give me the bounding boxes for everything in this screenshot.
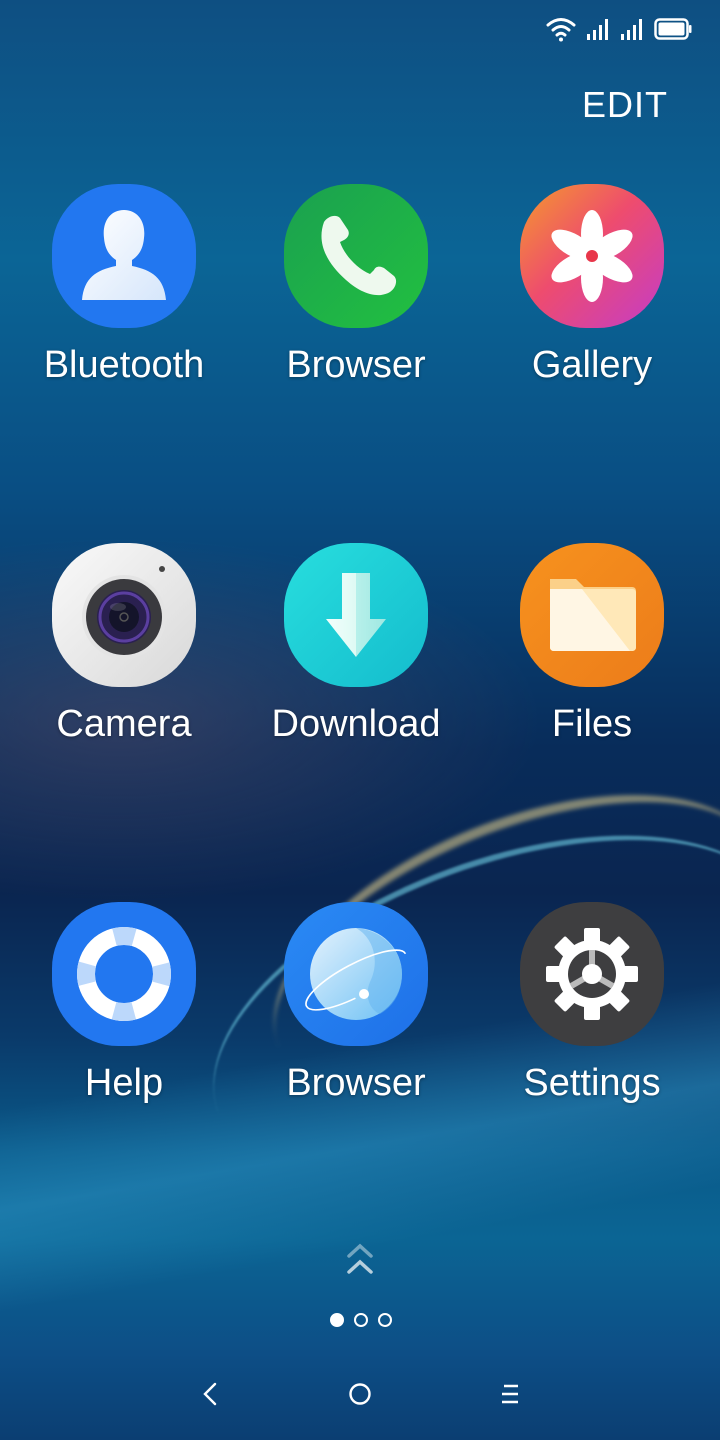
app-help[interactable]: Help: [4, 902, 244, 1105]
app-gallery[interactable]: Gallery: [472, 184, 712, 387]
signal-sim2-icon: [621, 19, 642, 40]
app-label: Browser: [286, 1062, 426, 1104]
camera-lens-icon: [52, 543, 196, 687]
edit-button[interactable]: EDIT: [582, 84, 668, 126]
phone-icon: [284, 184, 428, 328]
signal-sim1-icon: [587, 19, 608, 40]
app-label: Gallery: [531, 344, 653, 386]
download-arrow-icon: [284, 543, 428, 687]
globe-icon: [284, 902, 428, 1046]
app-label: Bluetooth: [43, 344, 205, 386]
flower-icon: [520, 184, 664, 328]
menu-icon: [502, 1384, 518, 1404]
app-grid: Bluetooth Browser Gallery Camera Downloa…: [0, 184, 720, 1105]
app-label: Settings: [523, 1062, 661, 1104]
lifebuoy-icon: [52, 902, 196, 1046]
app-download[interactable]: Download: [236, 543, 476, 746]
app-bluetooth[interactable]: Bluetooth: [4, 184, 244, 387]
home-icon: [349, 1383, 371, 1405]
wifi-icon: [546, 18, 576, 42]
home-button[interactable]: [340, 1376, 380, 1412]
page-dot-1[interactable]: [330, 1313, 344, 1327]
contact-person-icon: [52, 184, 196, 328]
app-files[interactable]: Files: [472, 543, 712, 746]
page-dot-2[interactable]: [354, 1313, 368, 1327]
app-label: Browser: [286, 344, 426, 386]
page-indicator: [330, 1313, 392, 1327]
app-browser[interactable]: Browser: [236, 902, 476, 1105]
swipe-up-icon[interactable]: [343, 1242, 377, 1278]
app-settings[interactable]: Settings: [472, 902, 712, 1105]
app-label: Files: [551, 703, 633, 745]
app-label: Camera: [56, 703, 192, 745]
status-bar: [546, 14, 692, 44]
folder-icon: [520, 543, 664, 687]
back-button[interactable]: [190, 1376, 230, 1412]
recents-button[interactable]: [490, 1376, 530, 1412]
back-icon: [203, 1382, 217, 1406]
app-label: Help: [84, 1062, 164, 1104]
app-label: Download: [271, 703, 441, 745]
app-browser-phone[interactable]: Browser: [236, 184, 476, 387]
navigation-bar: [0, 1376, 720, 1412]
page-dot-3[interactable]: [378, 1313, 392, 1327]
battery-icon: [654, 18, 692, 40]
gear-icon: [520, 902, 664, 1046]
app-camera[interactable]: Camera: [4, 543, 244, 746]
